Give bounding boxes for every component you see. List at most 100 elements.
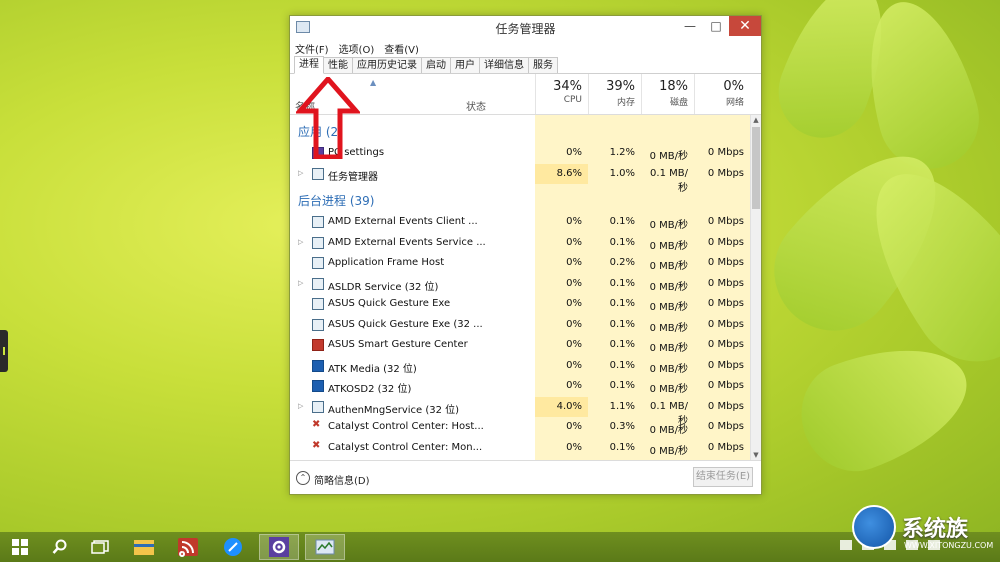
task-manager-icon[interactable] [305,534,345,560]
process-cpu: 0% [566,421,582,432]
start-icon[interactable] [0,534,40,560]
process-name: ASUS Quick Gesture Exe [328,298,451,309]
tab-performance[interactable]: 性能 [323,57,353,73]
column-header: ▲ 名称 状态 34% CPU 39% 内存 18% 磁盘 0% 网络 [290,74,761,115]
process-mem: 0.1% [609,359,635,371]
expand-chevron-icon[interactable]: ▷ [298,169,303,177]
process-name: ASUS Quick Gesture Exe (32 ... [328,318,483,330]
process-disk: 0 MB/秒 [649,322,688,334]
column-memory[interactable]: 39% 内存 [588,74,641,114]
process-row[interactable]: ▷ AMD External Events Service ... 0% 0.1% 0 … [290,233,750,253]
settings-icon[interactable] [259,534,299,560]
expand-chevron-icon[interactable]: ▷ [298,238,303,246]
tab-users[interactable]: 用户 [450,57,480,73]
process-row[interactable]: ATK Media (32 位) 0% 0.1% 0 MB/秒 0 Mbps [290,356,750,376]
rss-icon[interactable] [168,534,208,560]
process-cpu: 0% [566,380,582,391]
process-name: Catalyst Control Center: Mon... [328,441,483,453]
service-icon [312,257,324,269]
keyboard-icon[interactable] [840,540,852,550]
column-status[interactable]: 状态 [466,98,486,113]
process-cpu: 0% [566,298,582,309]
menu-file[interactable]: 文件(F) [295,41,329,56]
process-cpu: 0% [566,318,582,330]
title-bar[interactable]: 任务管理器 — □ ✕ [290,16,761,40]
process-net: 0 Mbps [707,400,744,412]
tab-processes[interactable]: 进程 [294,56,324,74]
group-header[interactable]: 后台进程 (39) [298,192,374,209]
process-net: 0 Mbps [707,380,744,391]
network-total: 0% [723,79,744,94]
chevron-up-icon[interactable]: ⌃ [296,471,310,485]
column-network[interactable]: 0% 网络 [694,74,750,114]
expand-chevron-icon[interactable]: ▷ [298,279,303,287]
edge-handle[interactable] [0,330,8,372]
process-row[interactable]: ▷ AuthenMngService (32 位) 4.0% 1.1% 0.1 MB/秒… [290,396,750,427]
tab-services[interactable]: 服务 [528,57,558,73]
scroll-thumb[interactable] [752,127,760,209]
process-row[interactable]: ATKOSD2 (32 位) 0% 0.1% 0 MB/秒 0 Mbps [290,376,750,396]
process-row[interactable]: ASUS Quick Gesture Exe (32 ... 0% 0.1% 0 MB… [290,315,750,335]
end-task-button[interactable]: 结束任务(E) [693,467,753,487]
catalyst-icon: ✖ [312,439,321,451]
process-row[interactable]: Application Frame Host 0% 0.2% 0 MB/秒 0 Mbps [290,253,750,273]
process-disk: 0 MB/秒 [649,384,688,395]
process-net: 0 Mbps [707,167,744,179]
process-net: 0 Mbps [707,421,744,432]
maximize-button[interactable]: □ [703,16,729,36]
process-net: 0 Mbps [707,339,744,350]
scroll-up-icon[interactable]: ▲ [752,116,760,124]
memory-label: 内存 [616,98,635,108]
task-manager-icon [312,167,324,180]
minimize-button[interactable]: — [677,16,703,36]
close-button[interactable]: ✕ [729,16,761,36]
window-icon [312,277,324,290]
process-row[interactable]: ▷ ASLDR Service (32 位) 0% 0.1% 0 MB/秒 0 Mbps [290,274,750,294]
process-net: 0 Mbps [707,441,744,453]
watermark-brand: 系统族 [902,517,969,542]
menu-bar: 文件(F) 选项(O) 查看(V) [290,40,761,56]
process-disk: 0 MB/秒 [649,151,688,162]
expand-chevron-icon[interactable]: ▷ [298,402,303,410]
process-cpu: 8.6% [556,167,582,179]
process-name: ATKOSD2 (32 位) [328,384,412,395]
memory-total: 39% [606,79,635,94]
process-mem: 1.0% [609,167,635,179]
menu-options[interactable]: 选项(O) [339,41,375,56]
footer-bar: ⌃ 简略信息(D) 结束任务(E) [290,460,761,494]
process-row[interactable]: AMD External Events Client ... 0% 0.1% 0 MB… [290,212,750,232]
process-net: 0 Mbps [707,236,744,248]
process-name: AMD External Events Client ... [328,216,478,227]
sort-chevron-icon[interactable]: ▲ [370,78,376,87]
process-row[interactable]: ✖ Catalyst Control Center: Host... 0% 0.3% 0… [290,417,750,437]
search-icon[interactable] [40,534,80,560]
process-name: AMD External Events Service ... [328,236,486,248]
process-mem: 0.3% [609,421,635,432]
process-mem: 0.1% [609,277,635,289]
task-view-icon[interactable] [80,534,120,560]
browser-icon[interactable] [213,534,253,560]
menu-view[interactable]: 查看(V) [384,41,419,56]
scrollbar[interactable]: ▲ ▼ [750,115,761,460]
process-row[interactable]: ▷ 任务管理器 8.6% 1.0% 0.1 MB/秒 0 Mbps [290,163,750,194]
fewer-details-link[interactable]: 简略信息(D) [314,472,370,487]
cpu-total: 34% [553,79,582,94]
process-row[interactable]: ASUS Quick Gesture Exe 0% 0.1% 0 MB/秒 0 Mbps [290,294,750,314]
process-name: Catalyst Control Center: Host... [328,421,484,432]
process-row[interactable]: ✖ Catalyst Control Center: Mon... 0% 0.1% 0 … [290,438,750,458]
window-title: 任务管理器 [495,21,556,36]
process-cpu: 0% [566,339,582,350]
process-disk: 0 MB/秒 [649,281,688,293]
column-cpu[interactable]: 34% CPU [535,74,588,114]
process-name: ASUS Smart Gesture Center [328,339,468,350]
tab-details[interactable]: 详细信息 [479,57,529,73]
file-explorer-icon[interactable] [124,534,164,560]
tab-startup[interactable]: 启动 [421,57,451,73]
process-cpu: 0% [566,441,582,453]
tab-app-history[interactable]: 应用历史记录 [352,57,422,73]
atk-icon [312,359,324,372]
catalyst-icon: ✖ [312,419,321,430]
scroll-down-icon[interactable]: ▼ [752,451,760,459]
process-row[interactable]: ASUS Smart Gesture Center 0% 0.1% 0 MB/秒 0 M… [290,335,750,355]
column-disk[interactable]: 18% 磁盘 [641,74,694,114]
